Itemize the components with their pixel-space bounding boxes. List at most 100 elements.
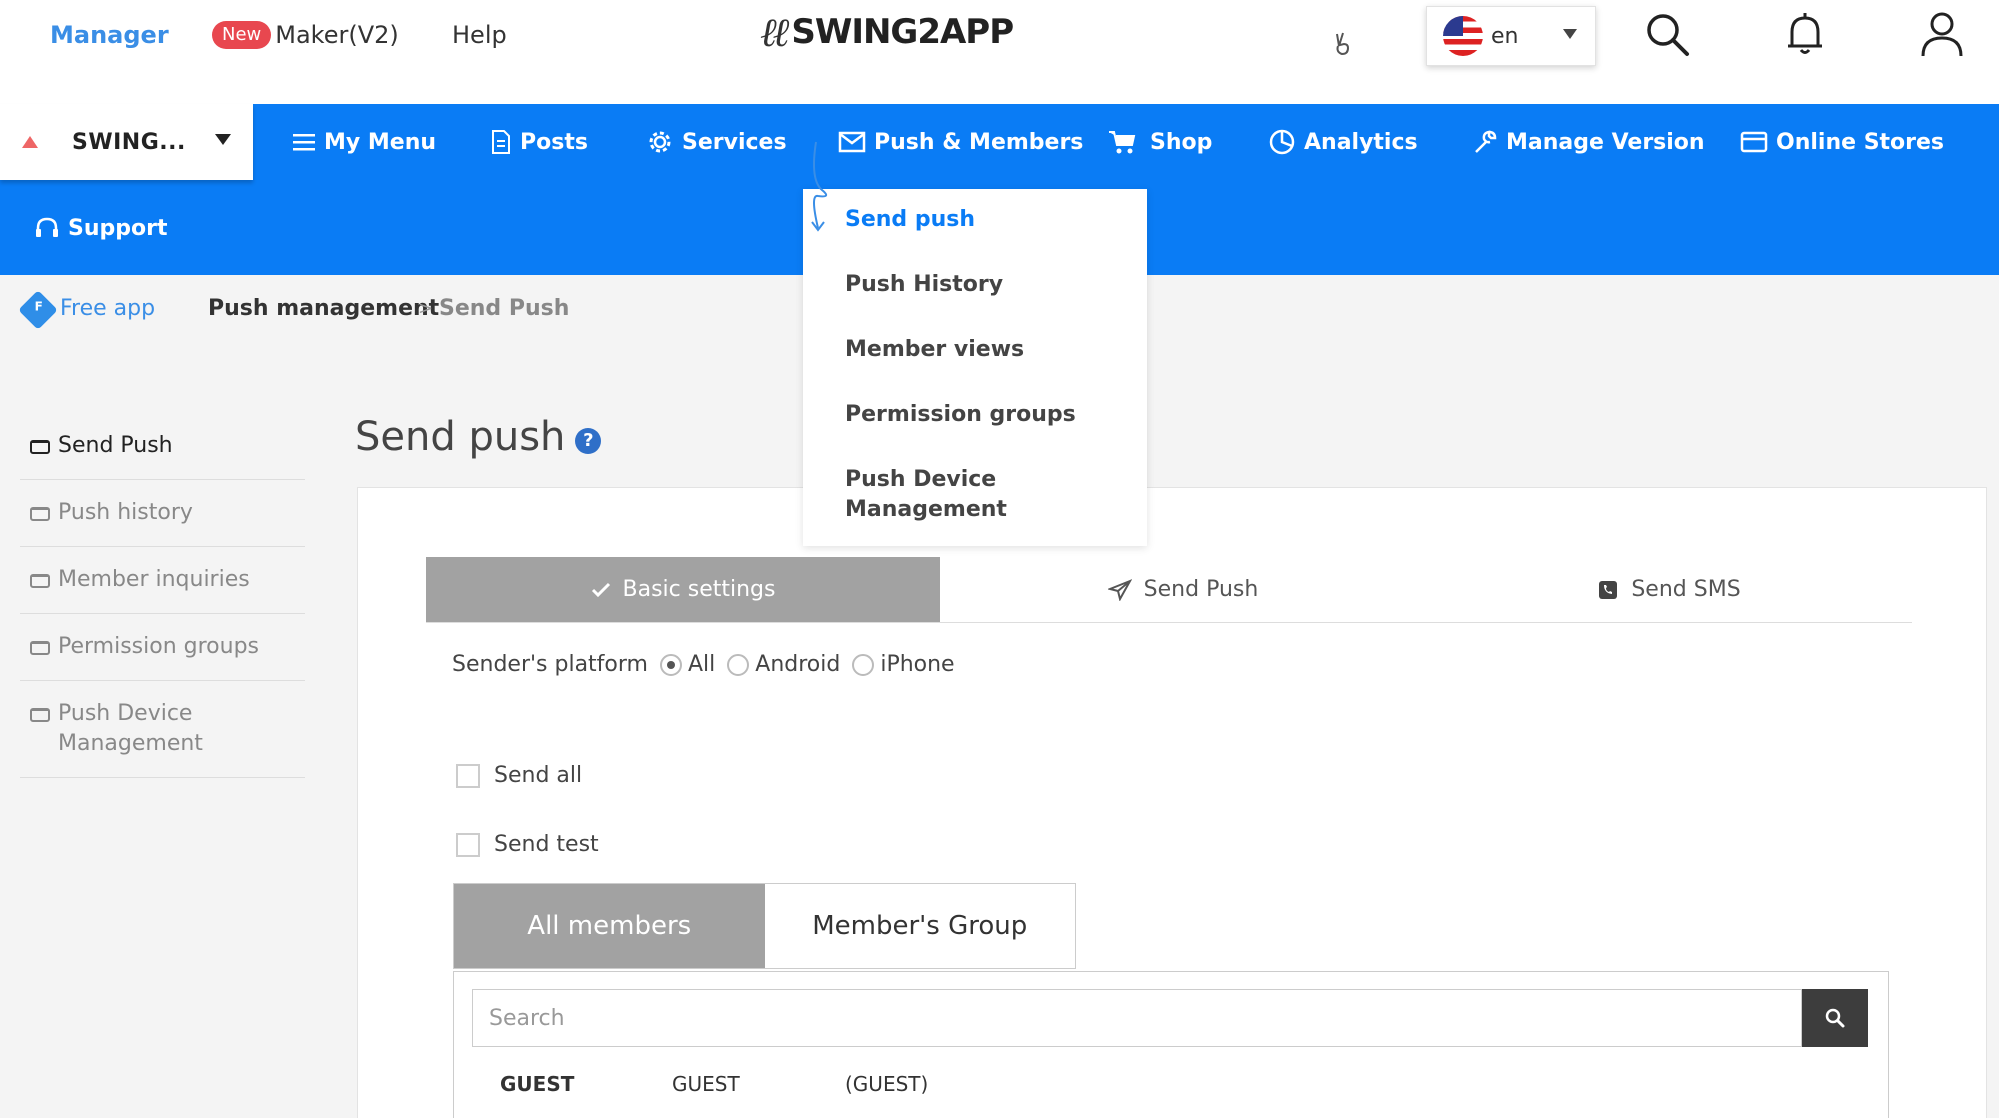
manager-link[interactable]: Manager xyxy=(50,20,169,50)
phone-square-icon xyxy=(1599,580,1618,599)
sidebar: Send Push Push history Member inquiries … xyxy=(20,413,305,778)
send-all-label: Send all xyxy=(494,763,583,788)
member-tabs: All members Member's Group xyxy=(453,883,1076,969)
nav-item-label: Shop xyxy=(1150,129,1213,155)
tab-label: Basic settings xyxy=(622,577,776,602)
paper-plane-icon xyxy=(1107,578,1132,601)
tab-label: Send Push xyxy=(1143,577,1259,602)
nav-item-analytics[interactable]: Analytics xyxy=(1268,122,1418,162)
nav-item-manage-version[interactable]: Manage Version xyxy=(1472,122,1705,162)
dropdown-item-member-views[interactable]: Member views xyxy=(845,335,1135,365)
tab-all-members[interactable]: All members xyxy=(454,884,765,968)
free-app-badge-icon: F xyxy=(18,290,58,330)
platform-option-label: All xyxy=(687,652,716,677)
sidebar-item-push-history[interactable]: Push history xyxy=(20,480,305,547)
nav-item-push-members[interactable]: Push & Members xyxy=(838,122,1083,162)
breadcrumb-free-app[interactable]: Free app xyxy=(60,294,155,324)
sidebar-item-label: Push Device Management xyxy=(58,701,203,756)
nav-item-label: Services xyxy=(682,129,787,155)
document-icon xyxy=(492,130,510,154)
member-id: GUEST xyxy=(500,1072,575,1096)
platform-label: Sender's platform xyxy=(452,652,648,677)
dropdown-item-send-push[interactable]: Send push xyxy=(845,205,1135,235)
send-test-label: Send test xyxy=(494,832,599,857)
search-icon xyxy=(1825,1008,1845,1028)
member-search-input[interactable] xyxy=(472,989,1802,1047)
send-test-row: Send test xyxy=(456,832,599,857)
pointer-path-icon xyxy=(811,141,828,232)
inbox-icon xyxy=(30,507,50,521)
maker-v2-link[interactable]: New Maker(V2) xyxy=(212,20,399,50)
pie-chart-icon xyxy=(1269,129,1295,155)
nav-item-label: Online Stores xyxy=(1776,129,1945,155)
send-test-checkbox[interactable] xyxy=(456,832,480,857)
language-label: en xyxy=(1491,23,1519,49)
sidebar-item-label: Member inquiries xyxy=(58,567,250,592)
swing2app-logo[interactable]: ℓℓ SWING2APP xyxy=(760,6,1014,58)
sender-platform-group: Sender's platform All Android iPhone xyxy=(452,652,955,677)
language-selector[interactable]: en xyxy=(1426,6,1596,66)
dropdown-item-push-history[interactable]: Push History xyxy=(845,270,1135,300)
breadcrumb-separator: > xyxy=(418,298,434,319)
breadcrumb-current: Send Push xyxy=(439,296,570,321)
page-title: Send push ? xyxy=(355,414,602,460)
nav-item-my-menu[interactable]: My Menu xyxy=(292,122,436,162)
bell-icon[interactable] xyxy=(1780,8,1830,58)
sidebar-item-label: Permission groups xyxy=(58,634,260,659)
search-button[interactable] xyxy=(1802,989,1868,1047)
platform-radio-all[interactable] xyxy=(659,653,682,676)
dropdown-item-push-device-management[interactable]: Push Device Management xyxy=(845,465,1025,525)
sidebar-item-permission-groups[interactable]: Permission groups xyxy=(20,614,305,681)
top-bar: Manager New Maker(V2) Help ℓℓ SWING2APP … xyxy=(0,0,1999,104)
dropdown-item-permission-groups[interactable]: Permission groups xyxy=(845,400,1135,430)
sidebar-item-label: Push history xyxy=(58,500,193,525)
nav-item-services[interactable]: Services xyxy=(646,122,787,162)
platform-radio-iphone[interactable] xyxy=(852,653,875,676)
sidebar-item-send-push[interactable]: Send Push xyxy=(20,413,305,480)
gear-icon xyxy=(649,131,671,153)
nav-item-online-stores[interactable]: Online Stores xyxy=(1740,122,1944,162)
app-logo-icon xyxy=(18,130,42,154)
new-badge: New xyxy=(212,21,272,49)
victory-hand-icon[interactable] xyxy=(1332,30,1356,64)
tab-members-group[interactable]: Member's Group xyxy=(764,884,1075,968)
user-icon[interactable] xyxy=(1917,8,1967,58)
platform-option-label: Android xyxy=(755,652,841,677)
headset-icon xyxy=(36,217,58,237)
app-name: SWING... xyxy=(72,129,186,155)
logo-mark-icon: ℓℓ xyxy=(760,9,789,56)
platform-radio-android[interactable] xyxy=(727,653,750,676)
nav-item-posts[interactable]: Posts xyxy=(490,122,588,162)
cart-icon xyxy=(1109,131,1136,154)
maker-label: Maker(V2) xyxy=(275,21,399,49)
nav-item-label: Push & Members xyxy=(874,129,1084,155)
breadcrumb-push-management[interactable]: Push management xyxy=(208,294,439,324)
search-icon[interactable] xyxy=(1643,8,1693,58)
inbox-icon xyxy=(30,574,50,588)
nav-item-shop[interactable]: Shop xyxy=(1108,122,1212,162)
tab-send-push[interactable]: Send Push xyxy=(940,557,1426,622)
inbox-icon xyxy=(30,440,50,454)
check-icon xyxy=(591,582,610,597)
send-all-row: Send all xyxy=(456,763,582,788)
store-card-icon xyxy=(1740,131,1768,153)
sidebar-item-push-device-management[interactable]: Push Device Management xyxy=(20,681,305,778)
inbox-icon xyxy=(30,641,50,655)
nav-item-support[interactable]: Support xyxy=(34,208,167,248)
tab-basic-settings[interactable]: Basic settings xyxy=(426,557,940,622)
caret-down-icon xyxy=(1563,29,1577,39)
member-nickname: (GUEST) xyxy=(845,1072,929,1096)
page-title-text: Send push xyxy=(355,414,566,460)
sidebar-item-member-inquiries[interactable]: Member inquiries xyxy=(20,547,305,614)
us-flag-icon xyxy=(1443,16,1483,56)
help-icon[interactable]: ? xyxy=(575,428,602,454)
menu-icon xyxy=(293,134,315,151)
tab-send-sms[interactable]: Send SMS xyxy=(1426,557,1912,622)
send-all-checkbox[interactable] xyxy=(456,763,480,788)
caret-down-icon xyxy=(215,134,231,145)
help-link[interactable]: Help xyxy=(452,20,507,50)
platform-option-label: iPhone xyxy=(880,652,955,677)
wrench-icon xyxy=(1475,130,1497,153)
app-selector[interactable]: SWING... xyxy=(0,104,253,180)
member-list-box: GUEST GUEST (GUEST) xyxy=(453,971,1889,1118)
